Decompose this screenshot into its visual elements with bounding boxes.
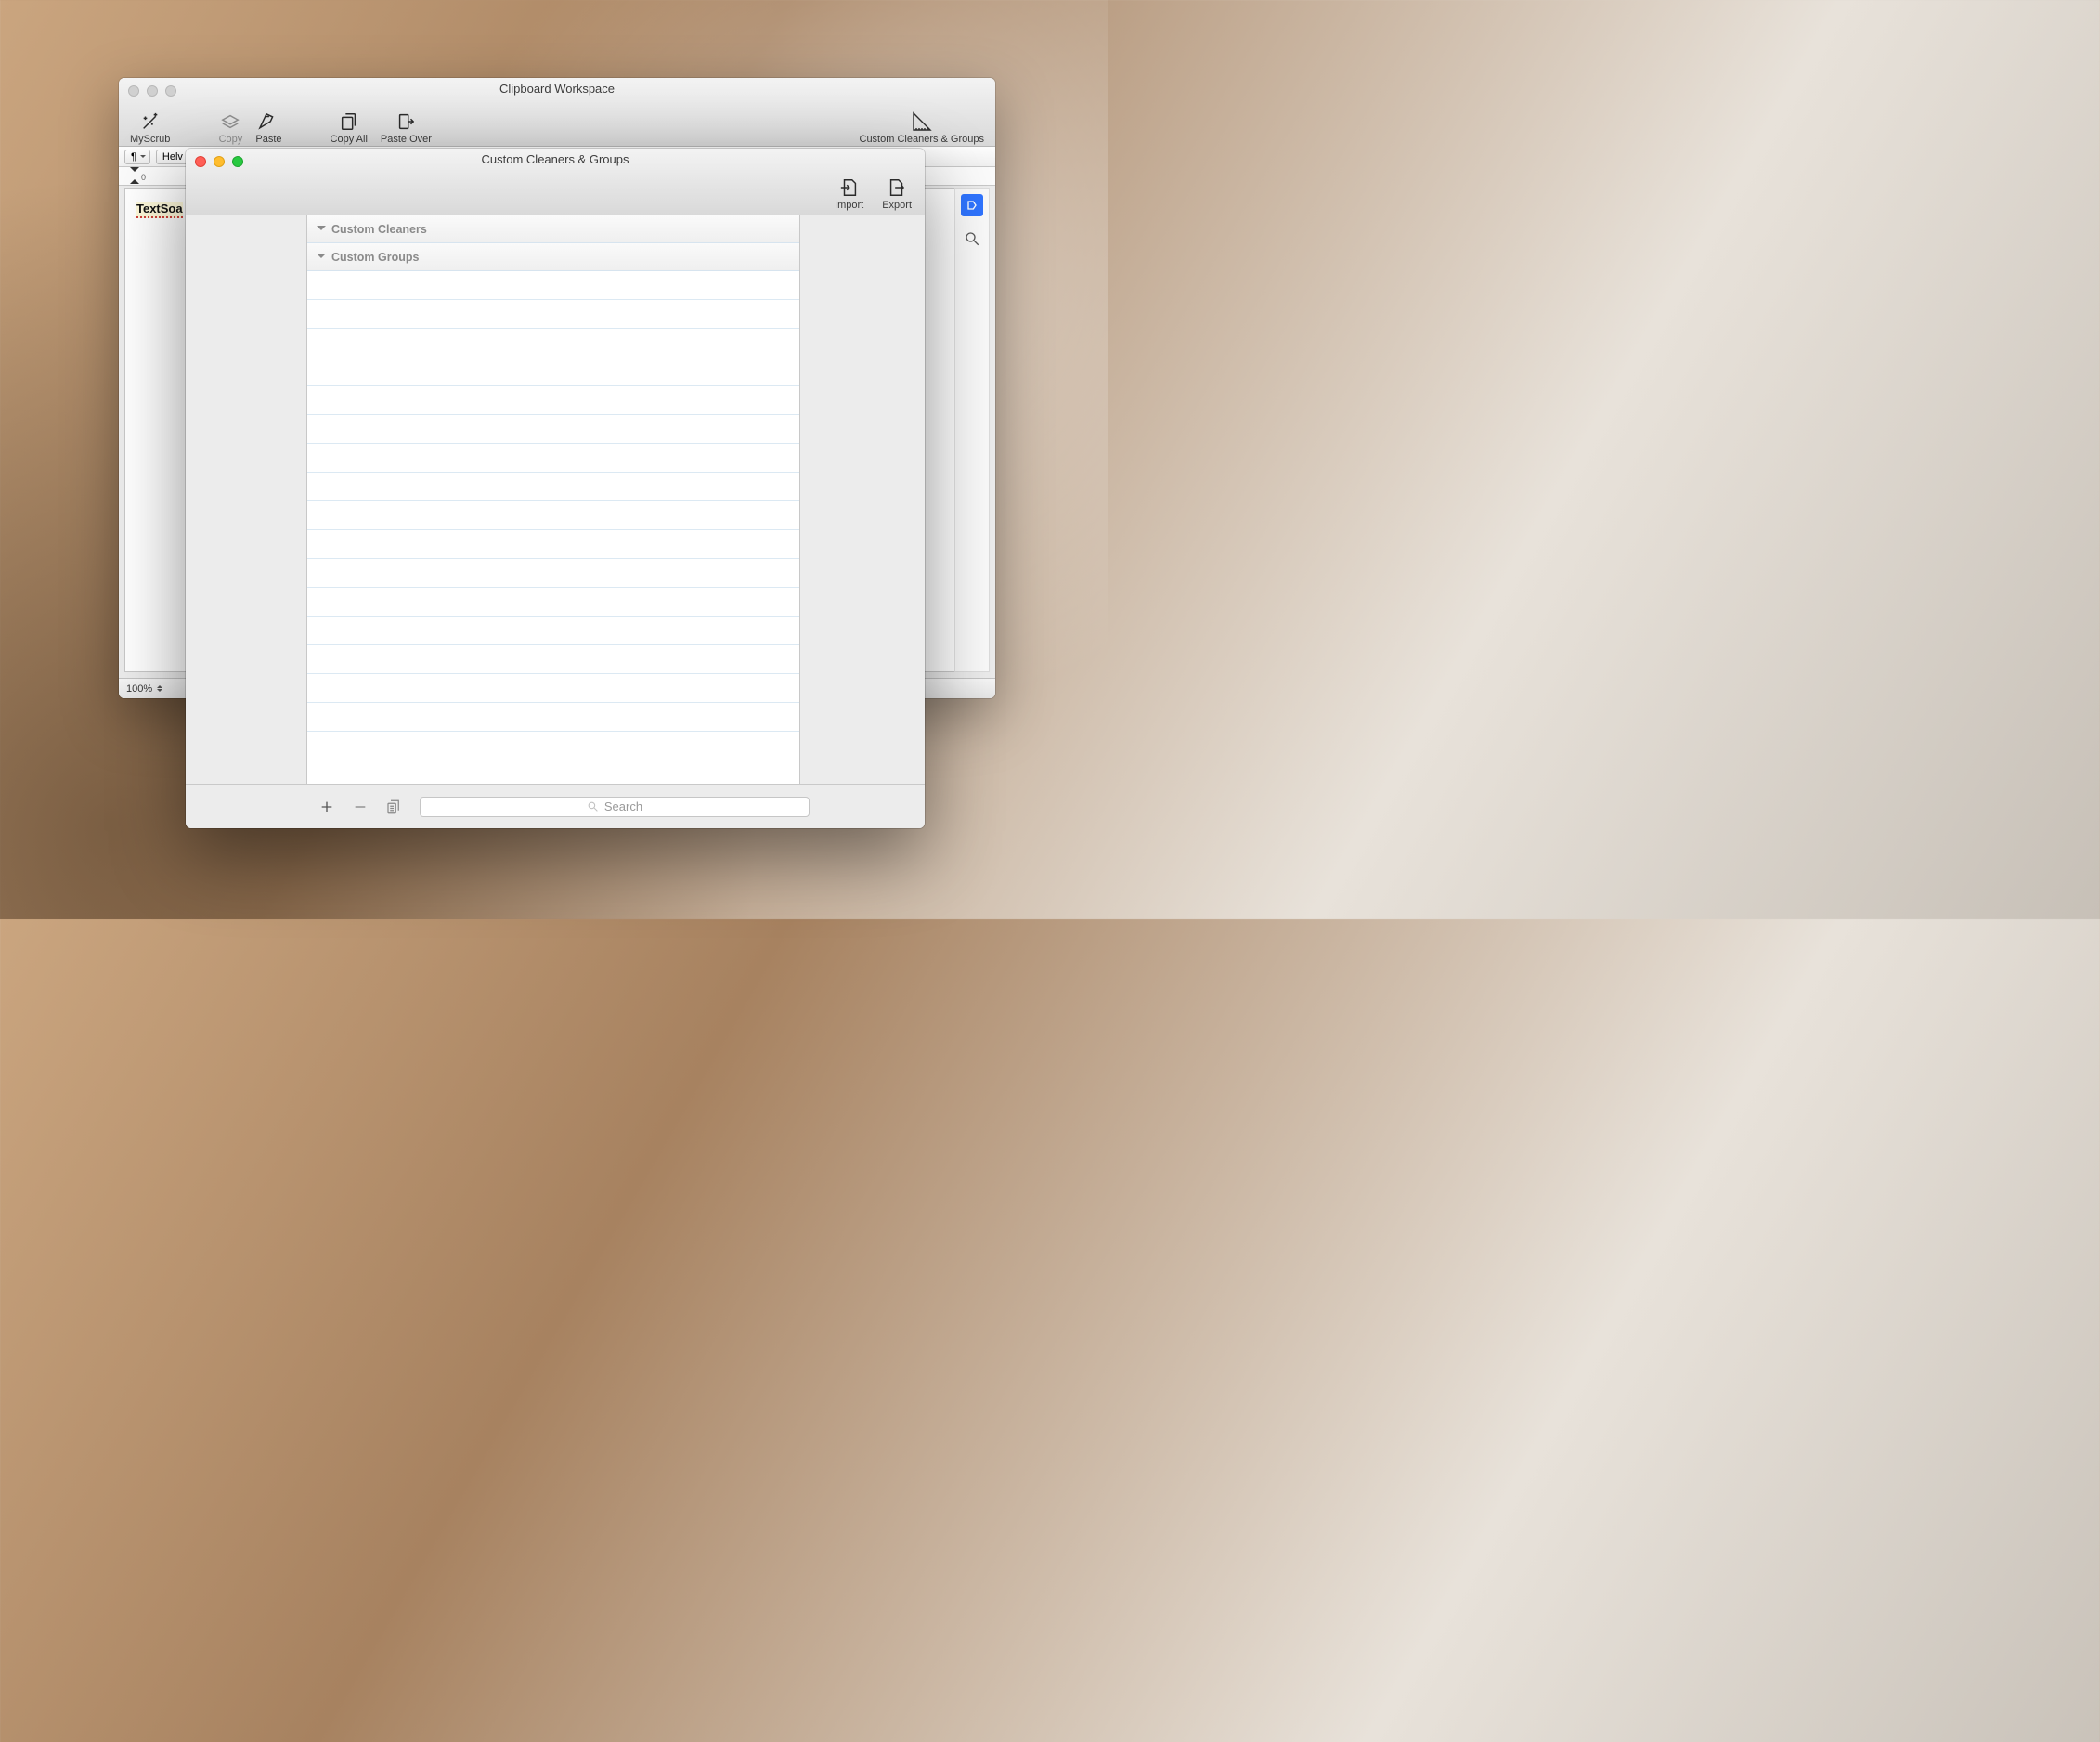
- right-gutter: [800, 215, 925, 784]
- export-button[interactable]: Export: [876, 176, 917, 211]
- custom-groups-section[interactable]: Custom Groups: [307, 243, 799, 271]
- export-icon: [885, 176, 909, 200]
- paste-label: Paste: [255, 134, 281, 145]
- remove-button[interactable]: [349, 796, 371, 818]
- custom-cleaners-label: Custom Cleaners: [331, 223, 427, 236]
- copy-label: Copy: [219, 134, 243, 145]
- front-toolbar: Import Export: [829, 176, 917, 211]
- search-panel-button[interactable]: [961, 228, 983, 250]
- add-button[interactable]: [316, 796, 338, 818]
- front-titlebar: Custom Cleaners & Groups Import Export: [186, 149, 925, 215]
- myscrub-button[interactable]: MyScrub: [124, 110, 175, 145]
- front-bottom-bar: Search: [186, 784, 925, 828]
- import-icon: [837, 176, 862, 200]
- triangle-ruler-icon: [910, 110, 934, 134]
- myscrub-label: MyScrub: [130, 134, 170, 145]
- copy-all-label: Copy All: [331, 134, 368, 145]
- stepper-icon[interactable]: [157, 682, 162, 695]
- zoom-value: 100%: [126, 683, 152, 695]
- import-button[interactable]: Import: [829, 176, 869, 211]
- empty-list-area[interactable]: [307, 271, 799, 784]
- wand-icon: [138, 110, 162, 134]
- cleaners-list-panel: Custom Cleaners Custom Groups: [306, 215, 800, 784]
- indent-marker-icon[interactable]: [130, 167, 139, 184]
- duplicate-button[interactable]: [382, 796, 405, 818]
- paste-over-icon: [394, 110, 418, 134]
- disclosure-triangle-icon[interactable]: [317, 254, 326, 263]
- custom-cleaners-section[interactable]: Custom Cleaners: [307, 215, 799, 243]
- paste-button[interactable]: Paste: [250, 110, 287, 145]
- custom-label: Custom Cleaners & Groups: [860, 134, 985, 145]
- paste-over-label: Paste Over: [381, 134, 432, 145]
- back-titlebar: Clipboard Workspace MyScrub Copy: [119, 78, 995, 147]
- paragraph-style-dropdown[interactable]: ¶: [124, 150, 150, 164]
- right-sidebar: [954, 188, 990, 672]
- export-label: Export: [882, 200, 912, 211]
- copy-all-button[interactable]: Copy All: [325, 110, 373, 145]
- custom-cleaners-groups-window: Custom Cleaners & Groups Import Export C…: [186, 149, 925, 828]
- search-icon: [587, 800, 599, 812]
- cleaners-panel-button[interactable]: [961, 194, 983, 216]
- zoom-control[interactable]: 100%: [126, 682, 162, 695]
- custom-groups-label: Custom Groups: [331, 251, 419, 264]
- copy-button[interactable]: Copy: [213, 110, 248, 145]
- back-toolbar: MyScrub Copy Paste: [124, 100, 990, 145]
- disclosure-triangle-icon[interactable]: [317, 226, 326, 235]
- back-window-title: Clipboard Workspace: [119, 82, 995, 96]
- document-text[interactable]: TextSoa: [136, 202, 183, 218]
- front-body: Custom Cleaners Custom Groups: [186, 215, 925, 784]
- search-placeholder: Search: [604, 800, 642, 813]
- paste-icon: [256, 110, 280, 134]
- import-label: Import: [835, 200, 863, 211]
- ruler-tick-label: 0: [141, 173, 146, 182]
- copy-icon: [218, 110, 242, 134]
- search-input[interactable]: Search: [420, 797, 810, 817]
- front-window-title: Custom Cleaners & Groups: [186, 152, 925, 166]
- paste-over-button[interactable]: Paste Over: [375, 110, 437, 145]
- copy-all-icon: [337, 110, 361, 134]
- custom-cleaners-groups-button[interactable]: Custom Cleaners & Groups: [854, 110, 991, 145]
- left-gutter: [186, 215, 306, 784]
